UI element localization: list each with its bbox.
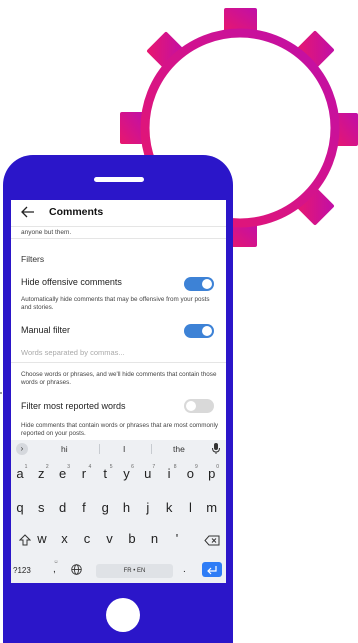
key-hint: 9 [195, 464, 198, 470]
divider [11, 226, 226, 227]
key-hint: 5 [109, 464, 113, 470]
manual-filter-input[interactable]: Words separated by commas... [21, 348, 125, 357]
key-n[interactable]: n [146, 531, 164, 546]
key-d[interactable]: d [54, 500, 72, 515]
manual-filter-title: Manual filter [21, 325, 71, 335]
key-j[interactable]: j [139, 500, 157, 515]
key-f[interactable]: f [75, 500, 93, 515]
key-l[interactable]: l [181, 500, 199, 515]
cut-off-text: anyone but them. [21, 229, 72, 236]
toggle-knob [202, 326, 212, 336]
section-label-filters: Filters [21, 254, 45, 264]
key-x[interactable]: x [56, 531, 74, 546]
key-k[interactable]: k [160, 500, 178, 515]
manual-filter-toggle[interactable] [184, 324, 214, 338]
enter-icon [207, 566, 217, 575]
key-m[interactable]: m [203, 500, 221, 515]
keyboard: › hi I the a1z2e3r4t5y6u7i8o9p0 qsdfghjk… [11, 440, 226, 583]
manual-filter-description: Choose words or phrases, and we'll hide … [21, 371, 217, 386]
shift-icon[interactable] [19, 534, 31, 546]
comma-key[interactable]: , [53, 564, 56, 575]
key-hint: 3 [67, 464, 70, 470]
hide-offensive-title: Hide offensive comments [21, 277, 122, 287]
app-bar: Comments [11, 200, 226, 226]
key-hint: 2 [45, 464, 49, 470]
most-reported-title: Filter most reported words [21, 401, 126, 411]
most-reported-description: Hide comments that contain words or phra… [21, 422, 221, 437]
microphone-icon[interactable] [211, 443, 221, 455]
period-key[interactable]: . [183, 564, 186, 575]
key-hint: 8 [173, 464, 177, 470]
key-hint: 0 [216, 464, 220, 470]
key-c[interactable]: c [78, 531, 96, 546]
hide-offensive-toggle[interactable] [184, 277, 214, 291]
key-g[interactable]: g [96, 500, 114, 515]
input-underline [11, 362, 226, 363]
key-s[interactable]: s [32, 500, 50, 515]
key-'[interactable]: ' [168, 531, 186, 546]
home-button[interactable] [106, 598, 140, 632]
expand-icon[interactable]: › [16, 443, 28, 455]
key-b[interactable]: b [123, 531, 141, 546]
back-arrow-icon[interactable] [21, 206, 35, 218]
phone-screen: Comments anyone but them. Filters Hide o… [11, 200, 226, 583]
phone-mockup: Comments anyone but them. Filters Hide o… [3, 155, 233, 643]
divider [11, 238, 226, 239]
key-hint: 7 [152, 464, 156, 470]
enter-key[interactable] [202, 562, 222, 577]
globe-icon[interactable] [71, 564, 82, 575]
suggestion-item[interactable]: hi [61, 444, 68, 454]
space-key[interactable]: FR • EN [96, 564, 173, 578]
hide-offensive-description: Automatically hide comments that may be … [21, 296, 210, 311]
key-q[interactable]: q [11, 500, 29, 515]
toggle-knob [202, 279, 212, 289]
most-reported-toggle[interactable] [184, 399, 214, 413]
suggestion-bar: › hi I the [11, 440, 226, 458]
suggestion-item[interactable]: the [173, 444, 185, 454]
key-hint: 1 [24, 464, 28, 470]
key-w[interactable]: w [33, 531, 51, 546]
key-hint: 4 [88, 464, 92, 470]
key-v[interactable]: v [101, 531, 119, 546]
suggestion-item[interactable]: I [123, 444, 125, 454]
key-hint: 6 [131, 464, 134, 470]
phone-speaker [94, 177, 144, 182]
symbols-key[interactable]: ?123 [13, 566, 31, 575]
suggestion-separator [151, 444, 152, 454]
key-h[interactable]: h [118, 500, 136, 515]
page-title: Comments [49, 206, 104, 218]
toggle-knob [186, 401, 196, 411]
suggestion-separator [99, 444, 100, 454]
emoji-hint: ☺ [53, 559, 59, 565]
backspace-icon[interactable] [204, 535, 220, 546]
